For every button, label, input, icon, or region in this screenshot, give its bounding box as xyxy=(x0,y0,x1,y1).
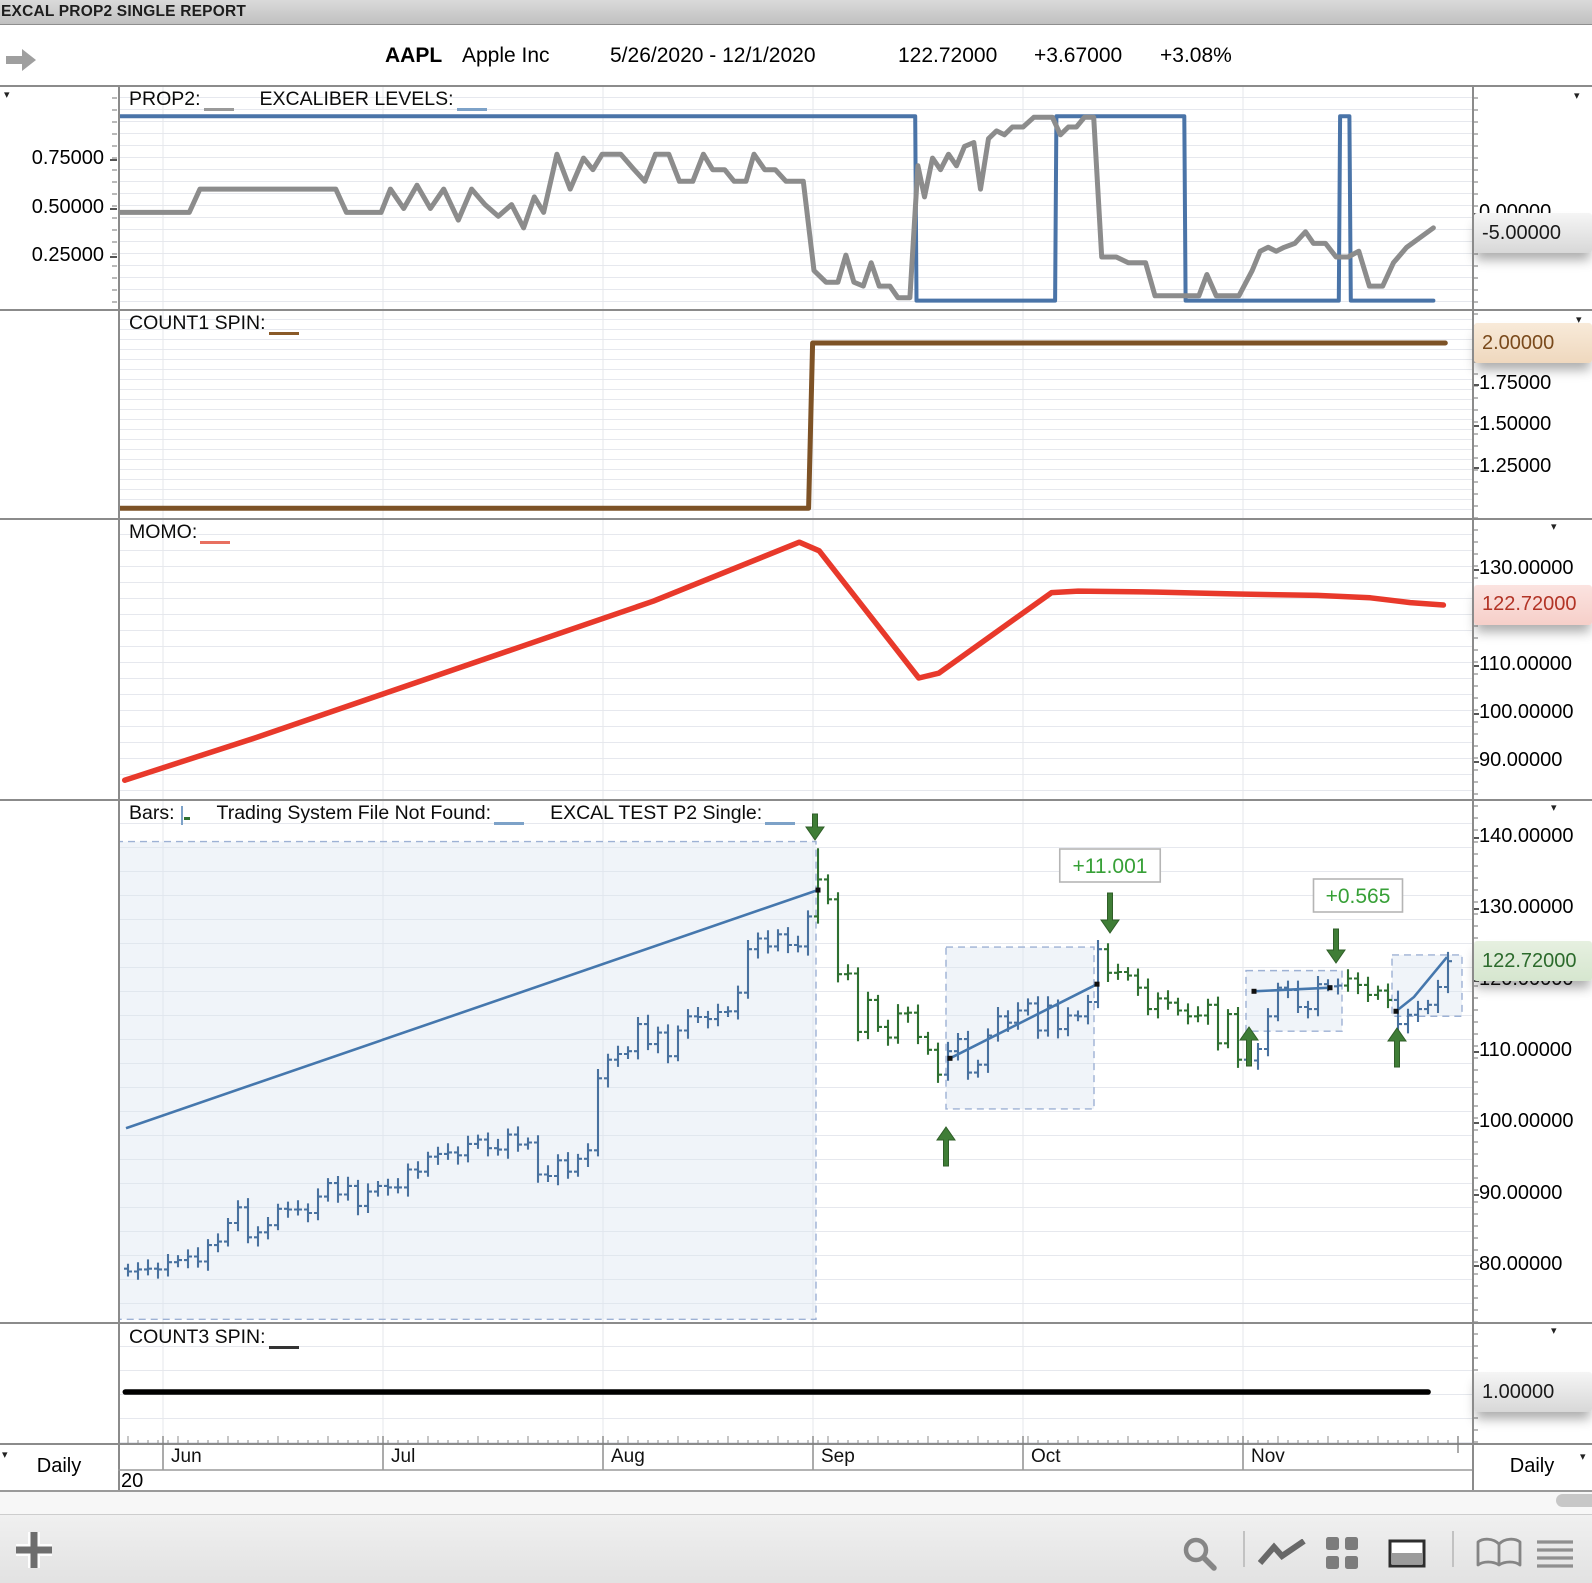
company-name: Apple Inc xyxy=(462,44,550,67)
month-label: Oct xyxy=(1031,1446,1061,1467)
bottom-toolbar xyxy=(0,1514,1592,1583)
axis-tick-label: 100.00000 xyxy=(1479,701,1574,723)
panel-separator[interactable] xyxy=(0,85,1592,87)
panel-menu-icon[interactable]: ▾ xyxy=(1551,1326,1557,1337)
panel-menu-icon[interactable]: ▾ xyxy=(1551,522,1557,533)
current-value-pill: 2.00000 xyxy=(1474,323,1592,363)
axis-tick-label: 130.00000 xyxy=(1479,896,1574,919)
axis-tick-label: 0.25000 xyxy=(31,244,104,266)
chart-line-icon[interactable] xyxy=(1258,1539,1308,1567)
last-price: 122.72000 xyxy=(898,44,998,67)
axis-tick-label: 1.25000 xyxy=(1479,454,1552,477)
axis-tick-label: 100.00000 xyxy=(1479,1110,1574,1133)
app-window: EXCAL PROP2 SINGLE REPORT AAPL Apple Inc… xyxy=(0,0,1592,1583)
trade-arrow-icon xyxy=(1387,1027,1407,1068)
axis-tick-label: 140.00000 xyxy=(1479,825,1574,847)
search-zoom-icon[interactable] xyxy=(1180,1535,1220,1573)
window-title-bar[interactable]: EXCAL PROP2 SINGLE REPORT xyxy=(0,0,1592,25)
month-label: Sep xyxy=(821,1446,855,1467)
price-change: +3.67000 xyxy=(1034,44,1123,67)
right-axis-border xyxy=(1472,85,1474,1490)
series-excaliber-levels xyxy=(118,114,1436,303)
forward-arrow-icon[interactable] xyxy=(6,48,38,72)
interval-selector-left[interactable]: Daily xyxy=(0,1443,118,1490)
axis-tick-label: 110.00000 xyxy=(1479,653,1573,675)
axis-tick-label: 0.75000 xyxy=(31,147,104,169)
trade-arrow-icon xyxy=(1100,892,1120,934)
series-momo xyxy=(121,539,1447,783)
interval-menu-icon[interactable]: ▾ xyxy=(1580,1452,1586,1463)
menu-lines-icon[interactable] xyxy=(1536,1539,1576,1569)
interval-menu-icon[interactable]: ▾ xyxy=(2,1450,8,1461)
month-label: Jul xyxy=(391,1446,415,1467)
add-icon[interactable] xyxy=(12,1527,56,1573)
panel-separator[interactable] xyxy=(0,799,1592,801)
trade-profit-label: +11.001 xyxy=(1073,855,1148,878)
panel-bars-plot[interactable]: +11.001 +0.565 xyxy=(118,799,1472,1322)
toolbar-divider xyxy=(1243,1531,1245,1567)
panel-separator[interactable] xyxy=(0,309,1592,311)
interval-label: Daily xyxy=(36,1455,82,1477)
grid-layout-icon[interactable] xyxy=(1326,1537,1364,1571)
series-prop2 xyxy=(118,114,1436,301)
series-count1-spin xyxy=(118,340,1448,511)
price-change-pct: +3.08% xyxy=(1160,44,1232,67)
axis-tick-label: 1.50000 xyxy=(1479,413,1552,435)
panel-separator[interactable] xyxy=(0,518,1592,520)
trade-profit-label: +0.565 xyxy=(1326,885,1391,908)
left-axis-ticks xyxy=(112,85,117,309)
month-label: Nov xyxy=(1251,1446,1285,1467)
month-label: Jun xyxy=(171,1446,202,1467)
panel-count1-plot[interactable] xyxy=(118,309,1472,518)
status-strip xyxy=(0,1492,1592,1514)
panel-menu-icon[interactable]: ▾ xyxy=(4,90,10,101)
book-icon[interactable] xyxy=(1476,1537,1524,1569)
current-value-pill: 122.72000 xyxy=(1474,941,1592,982)
panel-prop2-plot[interactable] xyxy=(118,85,1472,309)
axis-tick-label: 110.00000 xyxy=(1479,1038,1573,1061)
axis-tick-label: 90.00000 xyxy=(1479,1181,1563,1204)
month-label: Aug xyxy=(611,1446,645,1467)
panel-separator[interactable] xyxy=(0,1322,1592,1324)
toolbar-divider xyxy=(1452,1531,1454,1567)
axis-tick-label: 80.00000 xyxy=(1479,1252,1563,1275)
axis-tick-label: 0.50000 xyxy=(31,195,104,218)
trade-arrow-icon xyxy=(805,813,825,841)
time-axis[interactable]: Jun Jul Aug Sep Oct Nov xyxy=(118,1436,1472,1492)
panel-menu-icon[interactable]: ▾ xyxy=(1574,91,1580,102)
axis-tick-label: 1.75000 xyxy=(1479,371,1552,394)
trade-arrow-icon xyxy=(936,1126,956,1167)
axis-tick xyxy=(110,207,117,210)
axis-tick xyxy=(110,159,117,161)
current-value-pill: 122.72000 xyxy=(1474,584,1592,625)
axis-tick-label: 130.00000 xyxy=(1479,557,1574,579)
interval-selector-right[interactable]: Daily xyxy=(1472,1443,1592,1490)
current-value-pill: -5.00000 xyxy=(1474,213,1592,253)
axis-tick xyxy=(110,256,117,258)
right-axis-ticks xyxy=(1473,85,1478,1443)
panel-menu-icon[interactable]: ▾ xyxy=(1576,315,1582,326)
panel-count3-plot[interactable] xyxy=(118,1322,1472,1443)
left-axis-border xyxy=(118,85,120,1490)
current-value-pill: 1.00000 xyxy=(1474,1372,1592,1412)
window-title: EXCAL PROP2 SINGLE REPORT xyxy=(1,3,247,20)
horizontal-scrollbar-thumb[interactable] xyxy=(1556,1494,1592,1507)
trade-arrow-icon xyxy=(1326,928,1346,964)
date-range: 5/26/2020 - 12/1/2020 xyxy=(610,44,816,67)
interval-label: Daily xyxy=(1509,1455,1555,1477)
symbol: AAPL xyxy=(385,44,443,67)
panel-momo-plot[interactable] xyxy=(118,518,1472,799)
axis-tick-label: 90.00000 xyxy=(1479,749,1563,771)
panel-layout-icon[interactable] xyxy=(1388,1539,1428,1569)
panel-menu-icon[interactable]: ▾ xyxy=(1551,803,1557,814)
